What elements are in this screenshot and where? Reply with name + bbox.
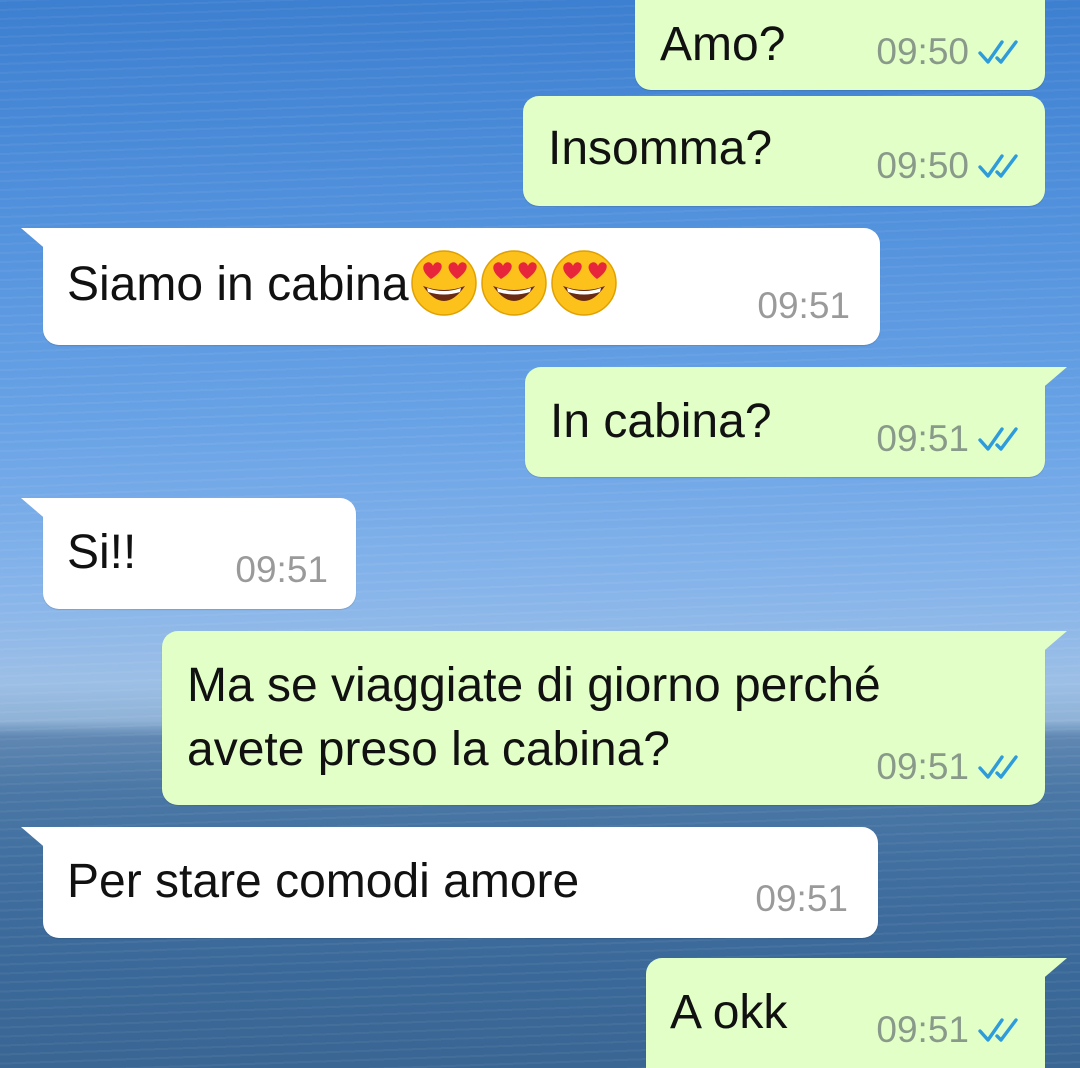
message-outgoing[interactable]: Insomma? 09:50 [523, 96, 1045, 206]
heart-eyes-emoji-icon [550, 250, 617, 317]
message-outgoing[interactable]: Amo? 09:50 [635, 0, 1045, 90]
message-outgoing[interactable]: In cabina? 09:51 [525, 367, 1067, 477]
message-text-line: avete preso la cabina? [187, 723, 670, 776]
message-time: 09:51 [757, 285, 850, 326]
message-text: In cabina? [550, 395, 772, 448]
message-incoming[interactable]: Siamo in cabina 09:51 [21, 228, 880, 345]
message-time: 09:51 [876, 746, 969, 787]
message-text: Insomma? [548, 122, 773, 175]
message-time: 09:51 [755, 878, 848, 919]
message-meta: 09:50 [876, 146, 1023, 186]
double-check-icon [978, 755, 1018, 779]
message-text: Amo? [660, 18, 786, 71]
message-meta: 09:50 [876, 32, 1023, 72]
message-text: A okk [670, 986, 788, 1039]
message-meta: 09:51 [876, 747, 1023, 787]
message-time: 09:50 [876, 31, 969, 72]
message-meta: 09:51 [757, 286, 850, 326]
message-meta: 09:51 [235, 550, 328, 590]
message-text: Siamo in cabina [67, 250, 619, 318]
message-incoming[interactable]: Si!! 09:51 [21, 498, 356, 609]
message-meta: 09:51 [876, 419, 1023, 459]
message-outgoing[interactable]: A okk 09:51 [646, 958, 1067, 1068]
heart-eyes-emoji-icon [410, 250, 477, 317]
message-text-content: Siamo in cabina [67, 258, 409, 311]
message-time: 09:51 [876, 1009, 969, 1050]
message-time: 09:50 [876, 145, 969, 186]
message-incoming[interactable]: Per stare comodi amore 09:51 [21, 827, 878, 938]
double-check-icon [978, 1018, 1018, 1042]
message-time: 09:51 [235, 549, 328, 590]
heart-eyes-emoji-icon [480, 250, 547, 317]
message-meta: 09:51 [876, 1010, 1023, 1050]
message-outgoing[interactable]: Ma se viaggiate di giorno perché avete p… [162, 631, 1067, 805]
double-check-icon [978, 40, 1018, 64]
message-meta: 09:51 [755, 879, 848, 919]
message-time: 09:51 [876, 418, 969, 459]
double-check-icon [978, 427, 1018, 451]
message-text: Per stare comodi amore [67, 855, 580, 908]
message-text: Si!! [67, 526, 137, 579]
double-check-icon [978, 154, 1018, 178]
message-text-line: Ma se viaggiate di giorno perché [187, 659, 881, 712]
